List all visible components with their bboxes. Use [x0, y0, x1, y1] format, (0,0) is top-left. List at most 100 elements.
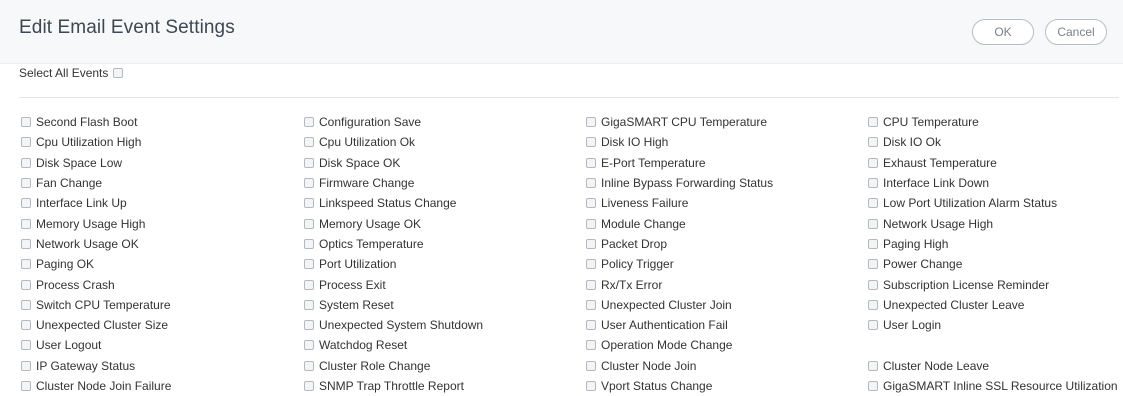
event-checkbox[interactable]: [586, 198, 596, 209]
event-checkbox[interactable]: [868, 259, 878, 270]
event-item[interactable]: System Reset: [304, 295, 586, 315]
event-item[interactable]: Disk Space Low: [21, 153, 304, 173]
event-checkbox[interactable]: [304, 198, 314, 209]
event-item[interactable]: Cluster Node Join: [586, 356, 868, 376]
event-item[interactable]: Interface Link Up: [21, 193, 304, 213]
event-checkbox[interactable]: [868, 198, 878, 209]
event-item[interactable]: GigaSMART CPU Temperature: [586, 112, 868, 132]
event-checkbox[interactable]: [21, 178, 31, 189]
event-item[interactable]: Power Change: [868, 254, 1123, 274]
event-checkbox[interactable]: [868, 117, 878, 128]
event-item[interactable]: Exhaust Temperature: [868, 153, 1123, 173]
event-item[interactable]: Port Utilization: [304, 254, 586, 274]
event-checkbox[interactable]: [21, 238, 31, 249]
event-checkbox[interactable]: [21, 320, 31, 331]
event-item[interactable]: Network Usage OK: [21, 234, 304, 254]
event-checkbox[interactable]: [586, 381, 596, 391]
event-item[interactable]: Cluster Role Change: [304, 356, 586, 376]
event-checkbox[interactable]: [586, 259, 596, 270]
event-checkbox[interactable]: [304, 178, 314, 189]
event-checkbox[interactable]: [304, 279, 314, 290]
event-checkbox[interactable]: [304, 238, 314, 249]
event-checkbox[interactable]: [586, 117, 596, 128]
event-item[interactable]: IP Gateway Status: [21, 356, 304, 376]
event-item[interactable]: Cpu Utilization Ok: [304, 132, 586, 152]
event-checkbox[interactable]: [586, 299, 596, 310]
select-all-checkbox[interactable]: [113, 68, 124, 78]
event-checkbox[interactable]: [868, 279, 878, 290]
event-item[interactable]: SNMP Trap Throttle Report: [304, 376, 586, 396]
event-item[interactable]: Low Port Utilization Alarm Status: [868, 193, 1123, 213]
event-item[interactable]: Operation Mode Change: [586, 335, 868, 355]
event-checkbox[interactable]: [304, 320, 314, 331]
event-item[interactable]: Module Change: [586, 213, 868, 233]
event-item[interactable]: Watchdog Reset: [304, 335, 586, 355]
event-item[interactable]: User Authentication Fail: [586, 315, 868, 335]
event-item[interactable]: Policy Trigger: [586, 254, 868, 274]
event-checkbox[interactable]: [21, 340, 31, 351]
event-checkbox[interactable]: [304, 117, 314, 128]
event-item[interactable]: Disk IO High: [586, 132, 868, 152]
event-checkbox[interactable]: [304, 157, 314, 168]
event-item[interactable]: Second Flash Boot: [21, 112, 304, 132]
event-item[interactable]: Subscription License Reminder: [868, 274, 1123, 294]
event-item[interactable]: Switch CPU Temperature: [21, 295, 304, 315]
event-checkbox[interactable]: [586, 157, 596, 168]
event-item[interactable]: Rx/Tx Error: [586, 274, 868, 294]
event-item[interactable]: Paging OK: [21, 254, 304, 274]
event-checkbox[interactable]: [586, 178, 596, 189]
event-checkbox[interactable]: [21, 117, 31, 128]
ok-button[interactable]: OK: [972, 19, 1034, 45]
event-checkbox[interactable]: [868, 157, 878, 168]
event-checkbox[interactable]: [304, 381, 314, 391]
event-item[interactable]: Vport Status Change: [586, 376, 868, 396]
event-item[interactable]: Process Exit: [304, 274, 586, 294]
event-checkbox[interactable]: [586, 137, 596, 148]
event-item[interactable]: Unexpected Cluster Size: [21, 315, 304, 335]
event-item[interactable]: Disk Space OK: [304, 153, 586, 173]
event-checkbox[interactable]: [868, 137, 878, 148]
event-item[interactable]: Inline Bypass Forwarding Status: [586, 173, 868, 193]
event-checkbox[interactable]: [21, 381, 31, 391]
event-item[interactable]: Optics Temperature: [304, 234, 586, 254]
event-checkbox[interactable]: [868, 299, 878, 310]
event-checkbox[interactable]: [21, 157, 31, 168]
event-item[interactable]: Unexpected System Shutdown: [304, 315, 586, 335]
event-item[interactable]: Configuration Save: [304, 112, 586, 132]
event-item[interactable]: Memory Usage High: [21, 213, 304, 233]
event-checkbox[interactable]: [304, 340, 314, 351]
event-checkbox[interactable]: [868, 381, 878, 391]
event-checkbox[interactable]: [868, 178, 878, 189]
event-item[interactable]: Firmware Change: [304, 173, 586, 193]
event-checkbox[interactable]: [21, 259, 31, 270]
event-item[interactable]: Unexpected Cluster Join: [586, 295, 868, 315]
event-checkbox[interactable]: [21, 137, 31, 148]
event-checkbox[interactable]: [21, 198, 31, 209]
event-item[interactable]: Network Usage High: [868, 213, 1123, 233]
event-checkbox[interactable]: [586, 360, 596, 371]
event-checkbox[interactable]: [868, 238, 878, 249]
event-checkbox[interactable]: [304, 218, 314, 229]
event-item[interactable]: Interface Link Down: [868, 173, 1123, 193]
event-checkbox[interactable]: [586, 218, 596, 229]
event-checkbox[interactable]: [21, 360, 31, 371]
event-checkbox[interactable]: [21, 299, 31, 310]
event-item[interactable]: Unexpected Cluster Leave: [868, 295, 1123, 315]
event-checkbox[interactable]: [586, 279, 596, 290]
event-item[interactable]: E-Port Temperature: [586, 153, 868, 173]
event-item[interactable]: Cpu Utilization High: [21, 132, 304, 152]
event-checkbox[interactable]: [21, 218, 31, 229]
event-item[interactable]: User Logout: [21, 335, 304, 355]
event-item[interactable]: Cluster Node Join Failure: [21, 376, 304, 396]
event-item[interactable]: User Login: [868, 315, 1123, 335]
event-item[interactable]: Paging High: [868, 234, 1123, 254]
event-checkbox[interactable]: [586, 320, 596, 331]
event-item[interactable]: Process Crash: [21, 274, 304, 294]
event-checkbox[interactable]: [304, 360, 314, 371]
event-item[interactable]: Liveness Failure: [586, 193, 868, 213]
event-checkbox[interactable]: [586, 340, 596, 351]
event-item[interactable]: Disk IO Ok: [868, 132, 1123, 152]
event-item[interactable]: GigaSMART Inline SSL Resource Utilizatio…: [868, 376, 1123, 396]
event-checkbox[interactable]: [868, 360, 878, 371]
event-checkbox[interactable]: [21, 279, 31, 290]
